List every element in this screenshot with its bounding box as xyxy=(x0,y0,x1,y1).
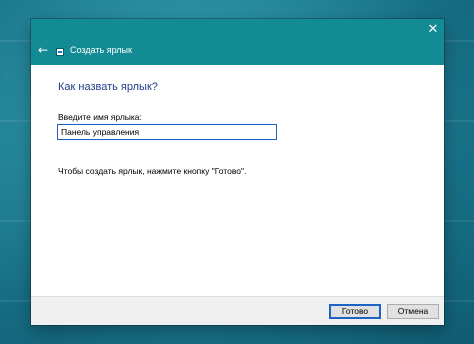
page-heading: Как назвать ярлык? xyxy=(58,81,158,93)
window-title: Создать ярлык xyxy=(70,45,132,55)
title-bar: ✕ ← Создать ярлык xyxy=(31,19,444,65)
instruction-text: Чтобы создать ярлык, нажмите кнопку "Гот… xyxy=(58,166,247,176)
cancel-button[interactable]: Отмена xyxy=(387,304,439,319)
finish-button[interactable]: Готово xyxy=(329,304,381,319)
shortcut-wizard-icon xyxy=(56,48,64,56)
close-icon[interactable]: ✕ xyxy=(422,19,444,41)
back-arrow-icon[interactable]: ← xyxy=(35,42,51,58)
dialog-footer: Готово Отмена xyxy=(31,296,444,325)
shortcut-name-label: Введите имя ярлыка: xyxy=(58,112,142,122)
shortcut-name-input[interactable] xyxy=(57,124,277,140)
create-shortcut-dialog: ✕ ← Создать ярлык Как назвать ярлык? Вве… xyxy=(31,19,444,325)
